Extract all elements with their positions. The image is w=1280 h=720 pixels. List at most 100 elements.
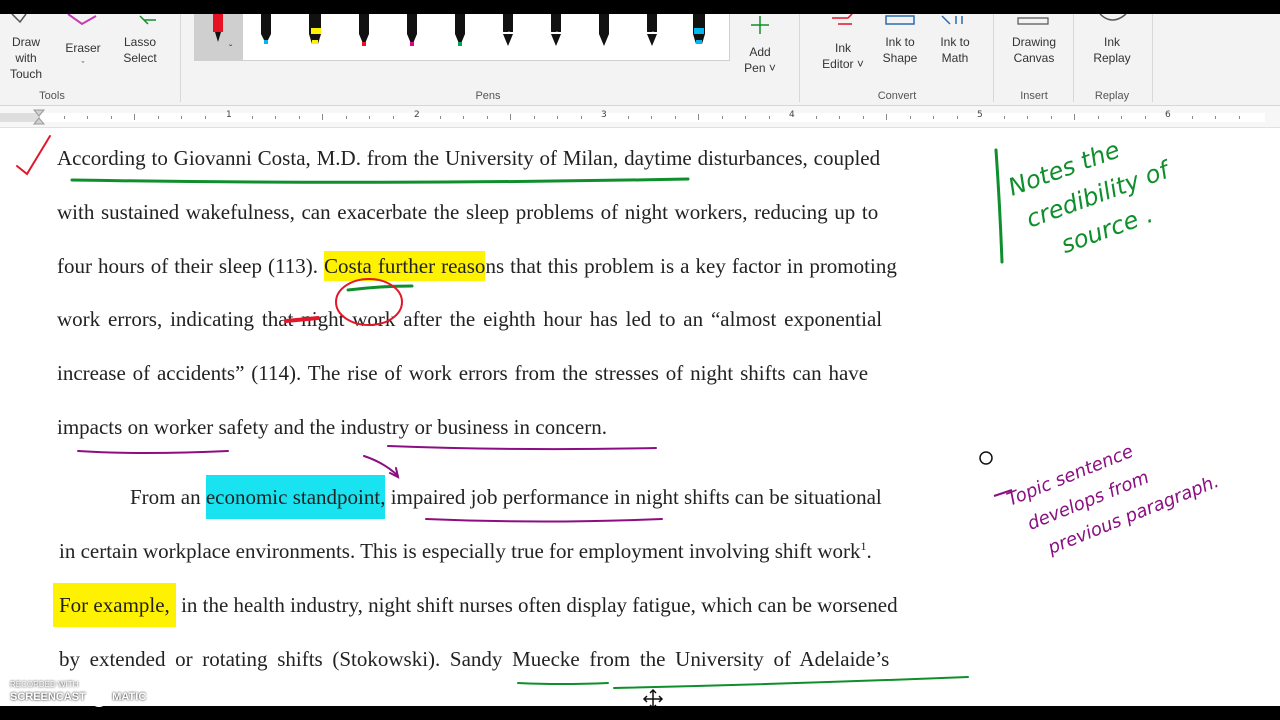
- ruler-tick: [1238, 116, 1240, 119]
- top-black-bar: [0, 0, 1280, 14]
- ruler-tick: [181, 116, 182, 119]
- ruler-tick: [1050, 116, 1052, 119]
- ruler-tick: [557, 116, 558, 119]
- ruler-tick: [651, 116, 652, 119]
- ruler-number: 1: [226, 110, 232, 120]
- purple-underline: [425, 518, 663, 523]
- ruler-tick: [392, 116, 394, 119]
- green-underline: [613, 676, 969, 689]
- add-pen-button[interactable]: Add Pen ˅: [740, 44, 780, 76]
- tools-group-label: Tools: [39, 90, 65, 102]
- ruler-tick: [1074, 114, 1075, 120]
- note-text: credibility of: [1022, 155, 1175, 234]
- ruler-tick: [134, 114, 135, 120]
- horizontal-ruler[interactable]: 1 2 3 4 5 6: [0, 106, 1280, 128]
- paragraph-1-line-6: impacts on worker safety and the industr…: [57, 415, 607, 439]
- green-underline: [346, 284, 414, 292]
- watermark-line-2: SCREENCAST: [10, 691, 86, 704]
- ruler-number: 3: [601, 110, 607, 120]
- red-galaxy-pen-icon: [550, 14, 562, 46]
- purple-underline: [387, 445, 657, 451]
- math-icon: [941, 15, 963, 25]
- note-text: previous paragraph.: [1044, 471, 1222, 559]
- purple-arrow-icon: [363, 455, 400, 479]
- ruler-tick: [698, 114, 699, 120]
- ruler-tick: [1191, 116, 1193, 119]
- ruler-tick: [345, 116, 347, 119]
- ruler-number: 6: [1165, 110, 1171, 120]
- ruler-tick: [933, 116, 934, 119]
- ink-editor-icon: [832, 14, 853, 25]
- add-pen-label-1: Add: [749, 45, 771, 59]
- lasso-label-2: Select: [123, 51, 157, 65]
- ruler-tick: [1121, 116, 1122, 119]
- yellow-highlight: For example,: [53, 583, 176, 627]
- white-pen-icon: [646, 14, 658, 46]
- red-pen-icon: [359, 14, 369, 46]
- pen-row: [261, 14, 705, 46]
- green-underline: [70, 177, 690, 184]
- draw-with-touch-label-2: Touch: [9, 67, 43, 81]
- ruler-tick: [486, 116, 488, 119]
- purple-dash: [993, 489, 1013, 497]
- ruler-tick: [510, 114, 511, 120]
- text-span: four hours of their sleep (113).: [57, 254, 325, 278]
- canvas-icon: [1017, 17, 1049, 25]
- ruler-tick: [745, 116, 746, 119]
- text-span: in the health industry, night shift nurs…: [175, 593, 898, 617]
- ruler-tick: [533, 116, 535, 119]
- pen-dropdown-icon[interactable]: ˇ: [229, 44, 232, 55]
- watermark-circle-icon: [90, 689, 109, 707]
- galaxy-pen-icon: [502, 14, 514, 46]
- ruler-tick: [580, 116, 582, 119]
- ruler-tick: [298, 116, 300, 119]
- red-checkmark-icon: [16, 135, 51, 176]
- green-underline: [517, 682, 609, 685]
- paragraph-1-line-3: four hours of their sleep (113). Costa f…: [57, 251, 897, 281]
- green-pen-icon: [455, 14, 465, 46]
- indent-marker-icon[interactable]: [30, 108, 50, 126]
- black-pen-icon: [261, 14, 271, 44]
- ruler-tick: [1027, 116, 1028, 119]
- watermark-line-1: RECORDED WITH: [10, 680, 79, 689]
- ruler-number: 2: [414, 110, 420, 120]
- ruler-track: [40, 113, 1265, 122]
- paragraph-1-line-2: with sustained wakefulness, can exacerba…: [57, 200, 879, 224]
- paragraph-2-line-3: For example, in the health industry, nig…: [53, 583, 898, 627]
- insert-group-label: Insert: [1020, 90, 1048, 102]
- ruler-tick: [815, 116, 817, 119]
- purple-underline: [77, 450, 229, 454]
- cursor-circle-icon: [979, 451, 993, 465]
- ink-editor-button[interactable]: Ink Editor ˅: [815, 40, 871, 72]
- paragraph-2-line-2: in certain workplace environments. This …: [59, 539, 872, 564]
- ink-to-shape-label-2: Shape: [882, 51, 918, 65]
- ruler-tick: [627, 116, 629, 119]
- ruler-tick: [439, 116, 441, 119]
- ruler-tick: [275, 116, 276, 119]
- paragraph-2-line-4: by extended or rotating shifts (Stokowsk…: [59, 647, 890, 671]
- replay-group-label: Replay: [1094, 90, 1130, 102]
- text-span: From an: [130, 485, 206, 509]
- ruler-tick: [157, 116, 159, 119]
- move-cursor-icon: [642, 688, 664, 706]
- ink-replay-label-2: Replay: [1093, 51, 1131, 65]
- ink-editor-label-2: Editor ˅: [822, 57, 864, 71]
- ruler-tick: [322, 114, 323, 120]
- text-span: .: [866, 539, 872, 563]
- ruler-tick: [909, 116, 911, 119]
- text-span: ns that this problem is a key factor in …: [485, 254, 897, 278]
- ruler-tick: [110, 116, 112, 119]
- eraser-icon: [67, 14, 97, 26]
- ruler-tick: [1215, 116, 1216, 119]
- pens-group-label: Pens: [475, 90, 501, 102]
- lasso-icon: [139, 15, 156, 25]
- document-page[interactable]: According to Giovanni Costa, M.D. from t…: [0, 128, 1280, 706]
- yellow-highlight: Costa further reaso: [324, 251, 486, 281]
- note-text: source .: [1057, 200, 1156, 259]
- ruler-tick: [251, 116, 253, 119]
- add-pen-label-2: Pen ˅: [744, 61, 776, 75]
- black-pen-2-icon: [599, 14, 609, 46]
- cyan-highlight: economic standpoint,: [205, 475, 386, 519]
- plus-icon: [751, 16, 769, 34]
- eraser-button[interactable]: Eraser ˇ: [62, 40, 104, 73]
